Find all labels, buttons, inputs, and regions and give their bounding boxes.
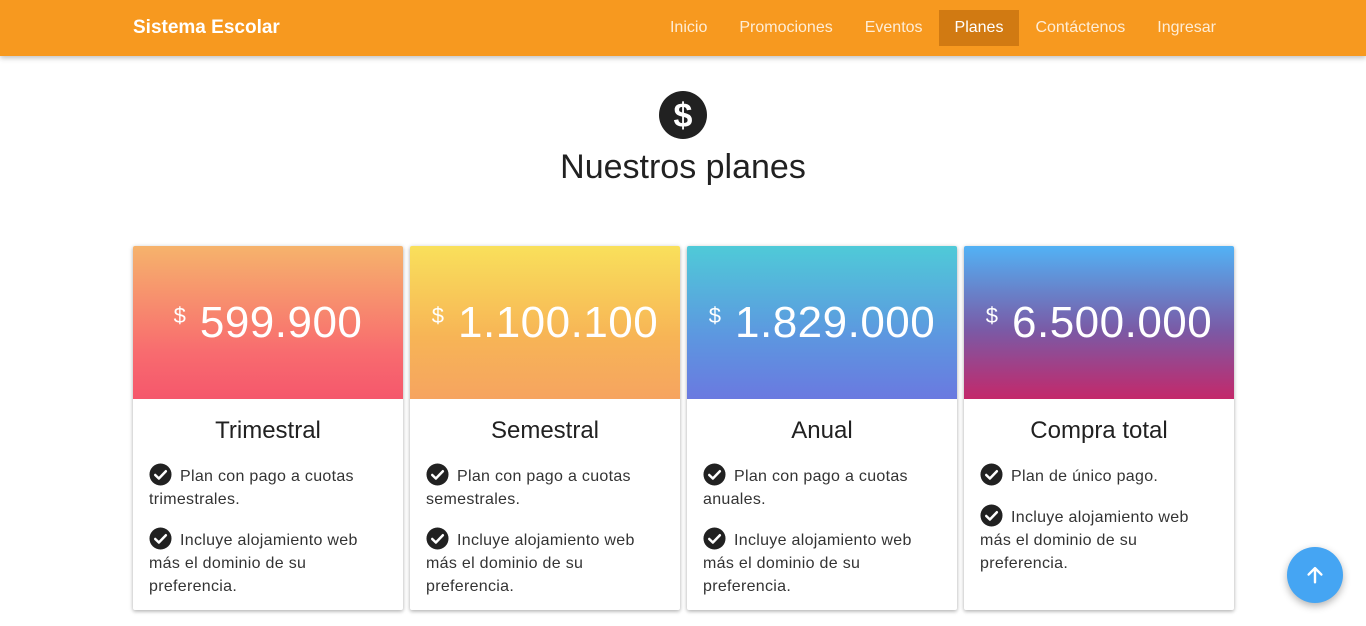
plan-name: Trimestral (215, 417, 321, 444)
plan-card-trimestral: $ 599.900 Trimestral Plan con pago a cuo… (133, 246, 403, 610)
check-circle-icon (703, 527, 726, 550)
plan-name: Compra total (1030, 417, 1168, 444)
plan-feature: Incluye alojamiento web más el dominio d… (703, 527, 941, 598)
plan-card-anual: $ 1.829.000 Anual Plan con pago a cuotas… (687, 246, 957, 610)
plan-feature: Plan con pago a cuotas anuales. (703, 463, 941, 511)
plan-feature: Incluye alojamiento web más el dominio d… (426, 527, 664, 598)
check-circle-icon (149, 527, 172, 550)
check-circle-icon (149, 463, 172, 486)
plan-price-header: $ 6.500.000 (964, 246, 1234, 399)
nav-links: Inicio Promociones Eventos Planes Contác… (654, 0, 1232, 56)
plan-feature: Plan con pago a cuotas semestrales. (426, 463, 664, 511)
plan-feature-text: Plan con pago a cuotas trimestrales. (149, 468, 354, 508)
nav-link-eventos[interactable]: Eventos (849, 10, 939, 46)
nav-link-inicio[interactable]: Inicio (654, 10, 723, 46)
plan-features: Plan con pago a cuotas semestrales. Incl… (410, 463, 680, 598)
plan-features: Plan con pago a cuotas anuales. Incluye … (687, 463, 957, 598)
check-circle-icon (703, 463, 726, 486)
plan-feature-text: Incluye alojamiento web más el dominio d… (980, 509, 1189, 572)
plan-feature-text: Plan con pago a cuotas semestrales. (426, 468, 631, 508)
nav-link-contactenos[interactable]: Contáctenos (1019, 10, 1141, 46)
plan-card-compra-total: $ 6.500.000 Compra total Plan de único p… (964, 246, 1234, 610)
plan-feature-text: Plan de único pago. (1011, 468, 1159, 485)
brand-logo-text[interactable]: Sistema Escolar (133, 0, 280, 56)
currency-symbol: $ (431, 302, 444, 328)
page-title: Nuestros planes (560, 148, 806, 186)
plan-features: Plan de único pago. Incluye alojamiento … (964, 463, 1234, 575)
dollar-circle-icon: $ (659, 91, 707, 139)
check-circle-icon (426, 527, 449, 550)
plan-price: 1.829.000 (735, 297, 936, 347)
plan-price: 6.500.000 (1012, 297, 1213, 347)
plan-feature: Incluye alojamiento web más el dominio d… (149, 527, 387, 598)
plan-name: Semestral (490, 417, 600, 444)
nav-link-ingresar[interactable]: Ingresar (1141, 10, 1232, 46)
scroll-top-button[interactable] (1287, 547, 1343, 603)
nav-link-planes[interactable]: Planes (938, 10, 1020, 46)
plan-feature-text: Incluye alojamiento web más el dominio d… (149, 532, 358, 595)
svg-text:$: $ (674, 97, 693, 135)
plan-feature-text: Incluye alojamiento web más el dominio d… (426, 532, 635, 595)
nav-link-promociones[interactable]: Promociones (723, 10, 848, 46)
plan-card-semestral: $ 1.100.100 Semestral Plan con pago a cu… (410, 246, 680, 610)
plan-feature: Plan de único pago. (980, 463, 1218, 488)
arrow-up-icon (1307, 566, 1323, 584)
currency-symbol: $ (985, 302, 998, 328)
check-circle-icon (980, 504, 1003, 527)
plan-name: Anual (791, 417, 853, 444)
plan-price-header: $ 599.900 (133, 246, 403, 399)
plan-feature-text: Plan con pago a cuotas anuales. (703, 468, 908, 508)
plan-price: 1.100.100 (458, 297, 659, 347)
currency-symbol: $ (708, 302, 721, 328)
plan-price: 599.900 (199, 297, 363, 347)
plan-feature: Incluye alojamiento web más el dominio d… (980, 504, 1218, 575)
plan-feature-text: Incluye alojamiento web más el dominio d… (703, 532, 912, 595)
currency-symbol: $ (173, 302, 186, 328)
check-circle-icon (980, 463, 1003, 486)
plan-feature: Plan con pago a cuotas trimestrales. (149, 463, 387, 511)
plan-features: Plan con pago a cuotas trimestrales. Inc… (133, 463, 403, 598)
check-circle-icon (426, 463, 449, 486)
plan-price-header: $ 1.829.000 (687, 246, 957, 399)
plan-price-header: $ 1.100.100 (410, 246, 680, 399)
top-navbar: Sistema Escolar Inicio Promociones Event… (0, 0, 1366, 56)
